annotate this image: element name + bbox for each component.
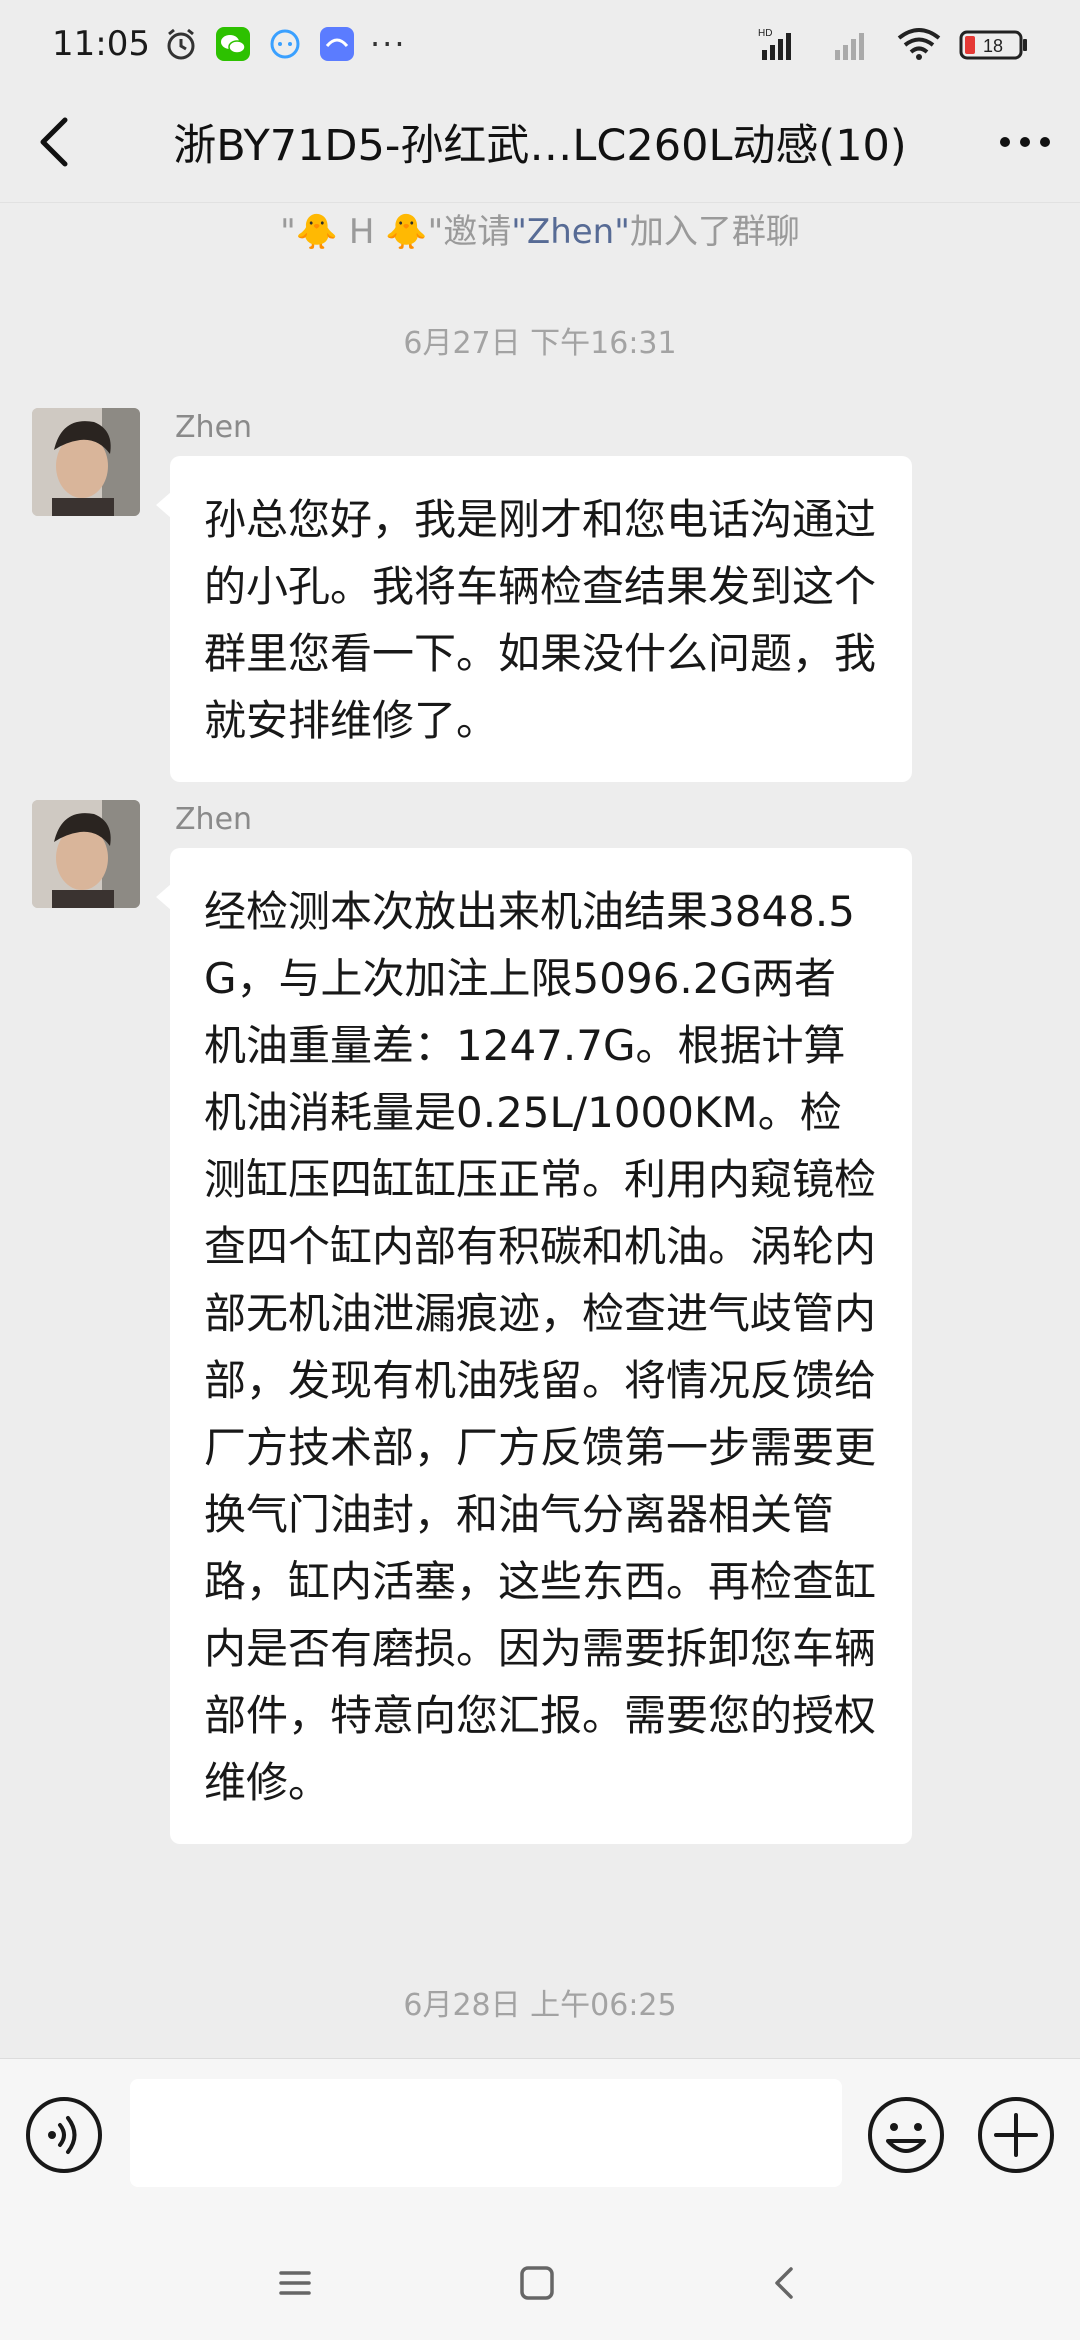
wechat-icon [214,25,252,63]
more-dots-icon [1000,137,1050,147]
avatar[interactable] [32,800,140,908]
system-back-button[interactable] [750,2248,820,2318]
battery-icon: 18 [958,25,1030,63]
chat-app-icon [266,25,304,63]
chat-header: 浙BY71D5-孙红武…LC260L动感(10) [0,88,1080,196]
timestamp: 6月28日 上午06:25 [403,1988,677,2023]
status-time: 11:05 [52,24,150,64]
more-button[interactable] [970,88,1080,196]
signal-icon: HD [756,25,816,63]
signal-weak-icon [830,25,880,63]
svg-text:HD: HD [758,28,772,39]
home-icon [520,2266,554,2300]
system-inviter[interactable]: "🐥 H 🐥" [280,212,443,252]
avatar[interactable] [32,408,140,516]
system-message: "🐥 H 🐥"邀请"Zhen"加入了群聊 [0,204,1080,258]
voice-button[interactable] [24,2095,104,2175]
status-bar: 11:05 ··· HD 18 [0,0,1080,88]
back-icon [775,2267,793,2299]
chat-title: 浙BY71D5-孙红武…LC260L动感(10) [173,121,907,171]
system-invitee[interactable]: "Zhen" [511,212,630,252]
emoji-button[interactable] [866,2095,946,2175]
chevron-left-icon [40,117,68,167]
home-button[interactable] [502,2248,572,2318]
plus-button[interactable] [976,2095,1056,2175]
emoji-icon [868,2097,944,2173]
menu-button[interactable] [260,2248,330,2318]
sender-name: Zhen [175,802,253,837]
voice-icon [26,2097,102,2173]
system-invited-text: 邀请 [443,212,512,252]
message-bubble[interactable]: 经检测本次放出来机油结果3848.5G，与上次加注上限5096.2G两者机油重量… [156,848,912,1844]
svg-text:18: 18 [983,36,1003,56]
menu-icon [279,2271,311,2295]
timestamp: 6月27日 下午16:31 [403,326,677,361]
sender-name: Zhen [175,410,253,445]
alarm-icon [162,25,200,63]
status-more: ··· [369,25,407,63]
back-button[interactable] [0,88,110,196]
app-icon [318,25,356,63]
plus-icon [978,2097,1054,2173]
wifi-icon [894,25,944,63]
message-input[interactable] [130,2079,842,2187]
message-text: 孙总您好，我是刚才和您电话沟通过的小孔。我将车辆检查结果发到这个群里您看一下。如… [204,495,877,745]
system-suffix: 加入了群聊 [629,212,800,252]
header-divider [0,202,1080,203]
message-bubble[interactable]: 孙总您好，我是刚才和您电话沟通过的小孔。我将车辆检查结果发到这个群里您看一下。如… [156,456,912,782]
input-bar [0,2058,1080,2218]
message-text: 经检测本次放出来机油结果3848.5G，与上次加注上限5096.2G两者机油重量… [204,887,877,1807]
system-navigation-bar [0,2218,1080,2340]
